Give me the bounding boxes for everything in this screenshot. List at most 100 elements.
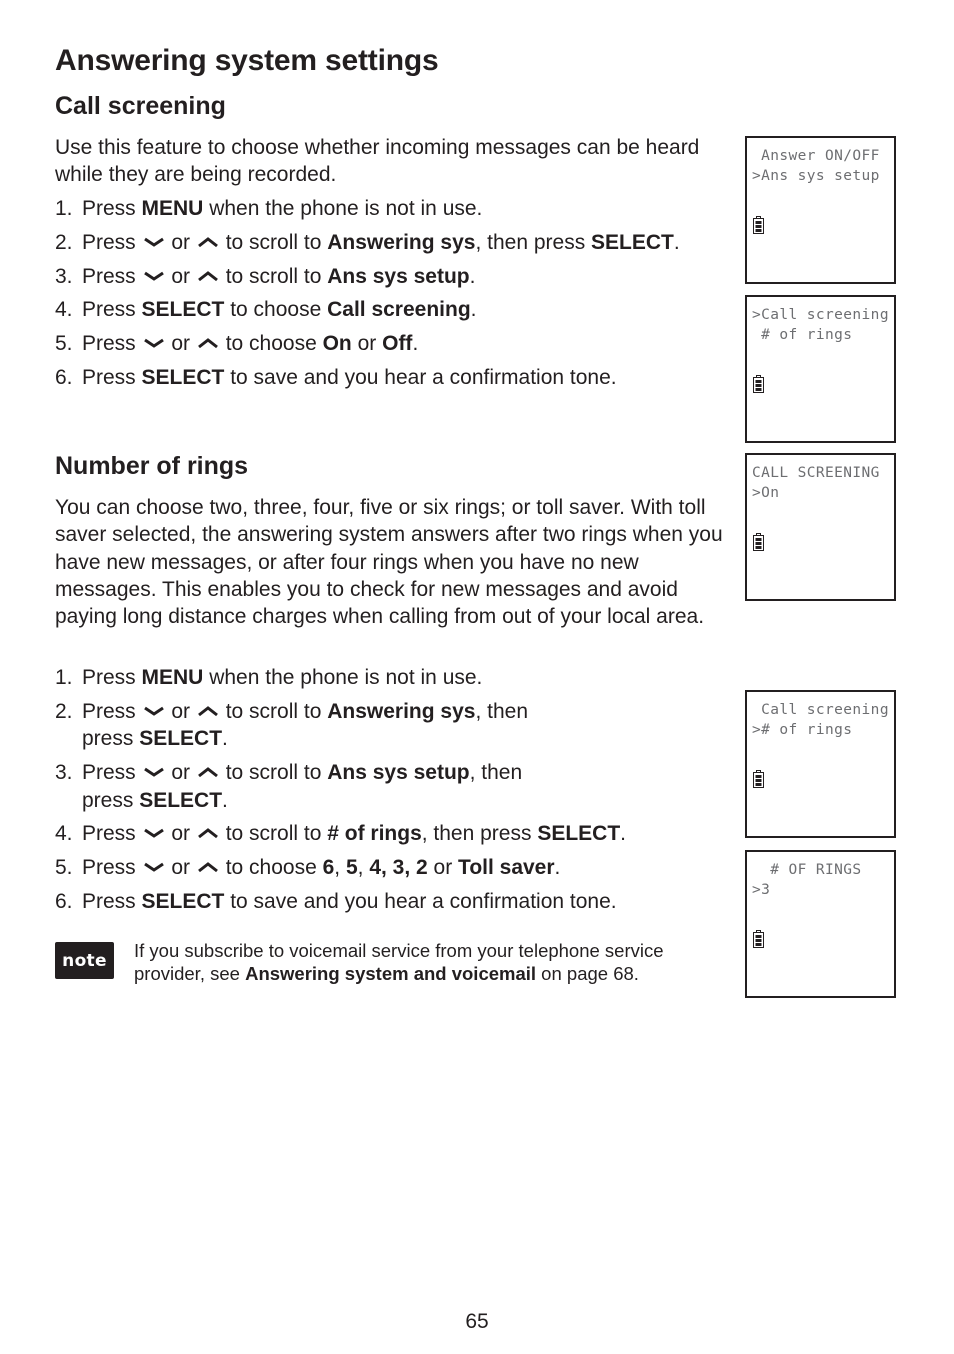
step-item: 2. Press or to scroll to Answering sys, t…	[55, 698, 735, 753]
step-item: 1. Press MENU when the phone is not in us…	[55, 664, 735, 692]
call-screening-steps: 1. Press MENU when the phone is not in us…	[55, 195, 735, 398]
step-number: 1.	[55, 197, 73, 220]
step-text: Press SELECT to save and you hear a conf…	[82, 365, 617, 389]
emphasis-text: Answering sys	[327, 699, 476, 723]
step-number: 6.	[55, 889, 73, 913]
step-text: Press SELECT to save and you hear a conf…	[82, 889, 617, 913]
emphasis-text: MENU	[141, 197, 204, 220]
step-text: Press or to scroll to Ans sys setup.	[82, 264, 476, 288]
lcd-screen: Call screening ># of rings	[745, 690, 896, 838]
step-item: 6. Press SELECT to save and you hear a co…	[55, 364, 735, 392]
emphasis-text: SELECT	[591, 230, 674, 254]
emphasis-text: Call screening	[327, 298, 471, 322]
step-text: Press or to choose 6, 5, 4, 3, 2 or Toll…	[82, 856, 561, 880]
emphasis-text: Answering system and voicemail	[245, 963, 537, 984]
chevron-down-icon	[143, 269, 165, 283]
chevron-down-icon	[143, 860, 165, 874]
step-number: 3.	[55, 761, 73, 785]
chevron-up-icon	[197, 765, 219, 779]
chevron-up-icon	[197, 860, 219, 874]
step-number: 2.	[55, 230, 73, 254]
step-number: 2.	[55, 699, 73, 723]
chevron-up-icon	[197, 336, 219, 350]
chevron-up-icon	[197, 235, 219, 249]
step-number: 4.	[55, 822, 73, 846]
step-number: 6.	[55, 365, 73, 389]
lcd-line-1: CALL SCREENING	[752, 465, 880, 481]
step-item: 3. Press or to scroll to Ans sys setup, t…	[55, 759, 735, 814]
step-item: 6. Press SELECT to save and you hear a co…	[55, 888, 735, 916]
lcd-screen: # OF RINGS >3	[745, 850, 896, 998]
step-text: Press MENU when the phone is not in use.	[82, 197, 483, 220]
lcd-line-1: >Call screening	[752, 307, 889, 323]
section-title-call-screening: Call screening	[55, 92, 226, 120]
step-text: Press or to scroll to Ans sys setup, the…	[82, 761, 523, 812]
lcd-line-2: ># of rings	[752, 722, 853, 738]
lcd-line-2: # of rings	[752, 327, 853, 343]
step-text: Press SELECT to choose Call screening.	[82, 298, 477, 322]
page-title: Answering system settings	[55, 44, 439, 77]
emphasis-text: Ans sys setup	[327, 761, 470, 785]
call-screening-intro: Use this feature to choose whether incom…	[55, 136, 700, 187]
emphasis-text: 5	[345, 856, 358, 880]
chevron-up-icon	[197, 826, 219, 840]
emphasis-text: SELECT	[141, 365, 225, 389]
emphasis-text: SELECT	[141, 298, 225, 322]
chevron-down-icon	[143, 765, 165, 779]
note-text: If you subscribe to voicemail service fr…	[134, 940, 664, 984]
emphasis-text: Toll saver	[458, 856, 555, 880]
step-item: 2. Press or to scroll to Answering sys, t…	[55, 229, 735, 257]
step-item: 5. Press or to choose 6, 5, 4, 3, 2 or To…	[55, 854, 735, 882]
step-text: Press MENU when the phone is not in use.	[82, 666, 483, 689]
chevron-down-icon	[143, 704, 165, 718]
chevron-down-icon	[143, 235, 165, 249]
step-number: 4.	[55, 298, 73, 322]
step-item: 3. Press or to scroll to Ans sys setup.	[55, 263, 735, 291]
battery-icon	[753, 216, 764, 234]
lcd-line-2: >Ans sys setup	[752, 168, 880, 184]
emphasis-text: SELECT	[139, 727, 223, 751]
emphasis-text: # of rings	[327, 822, 422, 846]
number-of-rings-steps: 1. Press MENU when the phone is not in us…	[55, 664, 735, 922]
emphasis-text: SELECT	[139, 788, 223, 812]
lcd-screen: >Call screening # of rings	[745, 295, 896, 443]
lcd-screen: Answer ON/OFF >Ans sys setup	[745, 136, 896, 284]
chevron-down-icon	[143, 826, 165, 840]
lcd-line-1: Call screening	[752, 702, 889, 718]
emphasis-text: On	[322, 332, 352, 356]
step-item: 1. Press MENU when the phone is not in us…	[55, 195, 735, 223]
emphasis-text: SELECT	[141, 889, 225, 913]
step-item: 4. Press or to scroll to # of rings, then…	[55, 820, 735, 848]
step-number: 5.	[55, 856, 73, 880]
step-text: Press or to scroll to # of rings, then p…	[82, 822, 626, 846]
battery-icon	[753, 770, 764, 788]
emphasis-text: Answering sys	[327, 230, 476, 254]
number-of-rings-intro: You can choose two, three, four, five or…	[55, 496, 723, 629]
note-badge: note	[55, 942, 114, 979]
emphasis-text: MENU	[141, 666, 204, 689]
step-number: 5.	[55, 332, 73, 356]
lcd-line-1: Answer ON/OFF	[752, 148, 880, 164]
chevron-down-icon	[143, 336, 165, 350]
battery-icon	[753, 533, 764, 551]
chevron-up-icon	[197, 704, 219, 718]
emphasis-text: 4, 3, 2	[369, 856, 428, 880]
step-text: Press or to scroll to Answering sys, the…	[82, 230, 680, 254]
emphasis-text: SELECT	[537, 822, 621, 846]
step-number: 1.	[55, 666, 73, 689]
step-text: Press or to scroll to Answering sys, the…	[82, 699, 529, 751]
page-number: 65	[465, 1310, 489, 1333]
section-title-number-of-rings: Number of rings	[55, 452, 249, 480]
step-item: 4. Press SELECT to choose Call screening.	[55, 296, 735, 324]
lcd-line-1: # OF RINGS	[752, 862, 862, 878]
step-number: 3.	[55, 264, 73, 288]
step-text: Press or to choose On or Off.	[82, 332, 419, 356]
lcd-line-2: >On	[752, 485, 780, 501]
chevron-up-icon	[197, 269, 219, 283]
battery-icon	[753, 930, 764, 948]
lcd-line-2: >3	[752, 882, 771, 898]
battery-icon	[753, 375, 764, 393]
emphasis-text: Off	[382, 332, 413, 356]
emphasis-text: 6	[322, 856, 335, 880]
step-item: 5. Press or to choose On or Off.	[55, 330, 735, 358]
